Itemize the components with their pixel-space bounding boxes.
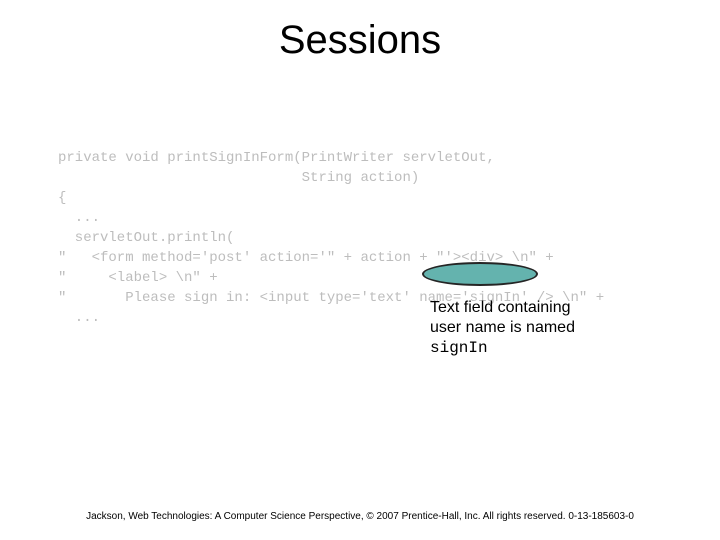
code-line-4: ...: [58, 210, 100, 226]
callout-mono: signIn: [430, 338, 575, 358]
callout-text: Text field containing user name is named…: [430, 298, 575, 358]
callout-line-2: user name is named: [430, 318, 575, 338]
code-line-1: private void printSignInForm(PrintWriter…: [58, 150, 495, 166]
slide: Sessions private void printSignInForm(Pr…: [0, 0, 720, 540]
code-line-5: servletOut.println(: [58, 230, 234, 246]
code-line-9: ...: [58, 310, 100, 326]
slide-title: Sessions: [0, 18, 720, 63]
code-line-3: {: [58, 190, 66, 206]
highlight-oval: [422, 262, 538, 286]
footer-citation: Jackson, Web Technologies: A Computer Sc…: [0, 511, 720, 522]
code-line-2: String action): [58, 170, 419, 186]
code-line-7: " <label> \n" +: [58, 270, 218, 286]
callout-line-1: Text field containing: [430, 298, 575, 318]
